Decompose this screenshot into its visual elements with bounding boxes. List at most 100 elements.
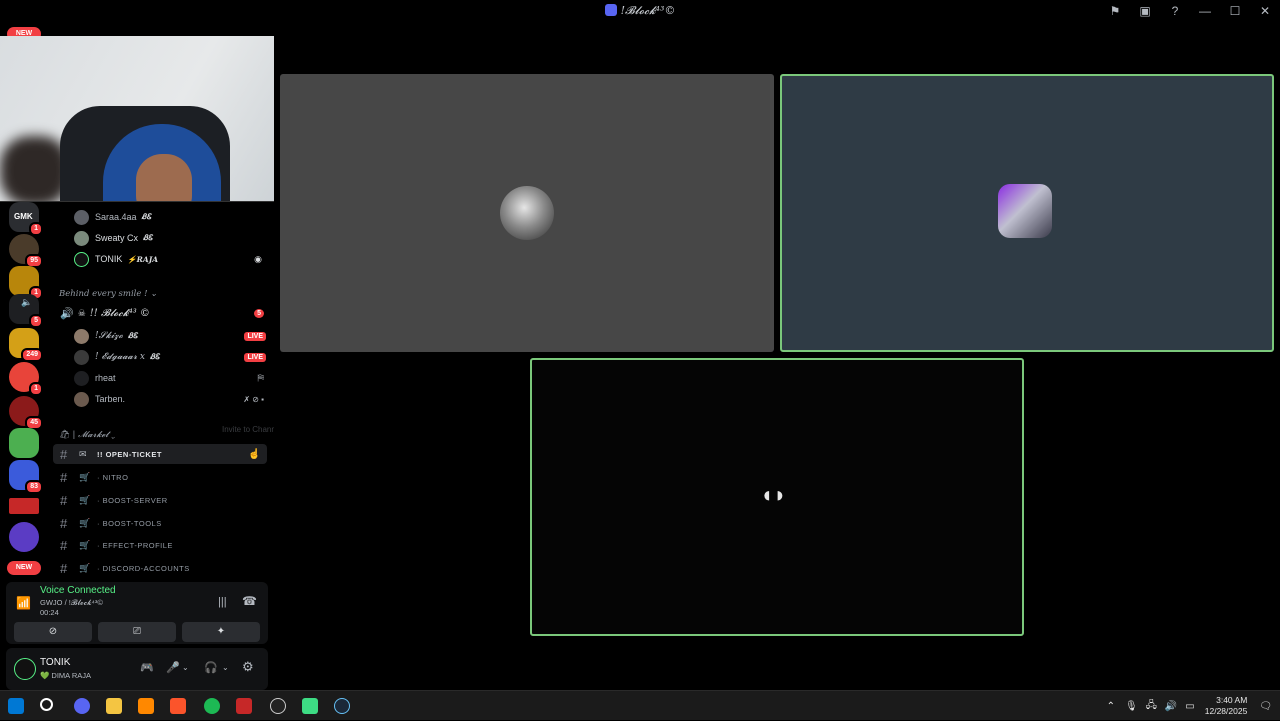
new-badge-bottom: NEW	[7, 561, 41, 575]
voice-user-name: Tarben.	[95, 394, 126, 404]
server-icon-95[interactable]: 95	[9, 234, 43, 268]
voice-timer: 00:24	[40, 608, 59, 617]
noise-suppression-icon[interactable]: |||	[218, 596, 227, 608]
chevron-up-icon[interactable]: ⌃	[1107, 701, 1115, 712]
avatar	[74, 328, 89, 344]
server-badge: 83	[25, 480, 43, 494]
participant-tile-self[interactable]: ◖◗	[530, 358, 1024, 636]
voice-user[interactable]: Tarben. ✗ ⊘ ▪	[74, 389, 270, 409]
hash-icon: #	[60, 446, 68, 462]
file-explorer-icon[interactable]	[106, 698, 122, 714]
voice-user[interactable]: Saraa.4aa ᏰᏋ	[74, 207, 270, 227]
live-badge: LIVE	[244, 331, 266, 341]
voice-location[interactable]: GWJO / !𝓑𝓵𝓸𝓬𝓴⁴³©	[40, 598, 103, 608]
cart-icon: 🛒	[79, 494, 91, 505]
voice-user-name: !𝓢𝓴𝓲𝔃𝓸	[95, 331, 123, 341]
voice-mod-icon[interactable]	[236, 698, 252, 714]
participant-tile[interactable]	[280, 74, 774, 352]
notifications-icon[interactable]: 🗨	[1259, 701, 1272, 712]
search-icon[interactable]	[40, 698, 53, 711]
channel-discord-accounts[interactable]: # 🛒 · DISCORD-ACCOUNTS	[53, 558, 267, 578]
voice-user[interactable]: Sweaty Cx ᏰᏋ	[74, 228, 270, 248]
voice-connected-panel: 📶 Voice Connected GWJO / !𝓑𝓵𝓸𝓬𝓴⁴³© 00:24…	[6, 582, 268, 644]
controller-icon[interactable]: 🎮	[140, 661, 154, 674]
vlc-icon[interactable]	[138, 698, 154, 714]
channel-boost-tools[interactable]: # 🛒 · BOOST-TOOLS	[53, 513, 267, 533]
chevron-down-icon[interactable]: ⌄	[182, 663, 189, 672]
cart-icon: 🛒	[79, 562, 91, 573]
voice-user-name: rheat	[95, 373, 116, 383]
camera-toggle-button[interactable]: ⊘	[14, 622, 92, 642]
flag-icon[interactable]: ⚑	[1100, 4, 1130, 18]
speaker-icon: 🔊	[60, 307, 74, 320]
spotify-icon[interactable]	[204, 698, 220, 714]
avatar[interactable]	[14, 658, 36, 680]
android-studio-icon[interactable]	[302, 698, 318, 714]
channel-name: · DISCORD-ACCOUNTS	[97, 563, 190, 573]
participant-tile-speaking[interactable]	[780, 74, 1274, 352]
category-market[interactable]: 🛍 | 𝓜𝓪𝓻𝓴𝓮𝓽 ⌄	[59, 430, 115, 440]
server-icon-45[interactable]: 45	[9, 396, 43, 430]
activities-button[interactable]: ✦	[182, 622, 260, 642]
brave-icon[interactable]	[170, 698, 186, 714]
voice-channel[interactable]: 🔊 ☠ !! 𝓑𝓵𝓸𝓬𝓴⁴³ © 5	[60, 303, 270, 323]
close-icon[interactable]: ✕	[1250, 4, 1280, 18]
minimize-icon[interactable]: —	[1190, 4, 1220, 18]
server-icon	[604, 4, 617, 16]
voice-user[interactable]: !𝓢𝓴𝓲𝔃𝓸 ᏰᏋ LIVE	[74, 326, 270, 346]
microphone-icon[interactable]: 🎙	[1125, 701, 1138, 712]
screen-share-button[interactable]: ⎚	[98, 622, 176, 642]
server-icon-golden-coast[interactable]: 1	[9, 266, 43, 300]
server-icon-red-banner[interactable]	[9, 498, 39, 514]
chevron-down-icon[interactable]: ⌄	[222, 663, 229, 672]
server-icon-chips[interactable]	[9, 522, 39, 552]
maximize-icon[interactable]: ☐	[1220, 4, 1250, 18]
windows-icon[interactable]	[8, 698, 24, 714]
hash-icon: #	[60, 537, 68, 553]
battery-icon[interactable]: ▭	[1185, 701, 1194, 712]
channel-open-ticket[interactable]: # ✉ !! OPEN-TICKET ☝	[53, 444, 267, 464]
voice-user[interactable]: rheat ⛿	[74, 368, 270, 388]
username: TONIK	[40, 657, 71, 668]
microphone-icon[interactable]: 🎤	[166, 661, 180, 674]
channel-nitro[interactable]: # 🛒 · NITRO	[53, 467, 267, 487]
voice-user[interactable]: ! 𝓔𝓭𝓰𝓪𝓪𝓪𝓻 x ᏰᏋ LIVE	[74, 347, 270, 367]
steam-icon[interactable]	[334, 698, 350, 714]
server-badge: 1	[29, 382, 43, 396]
server-icon-gmk[interactable]: GMK 1	[9, 202, 43, 236]
user-panel: TONIK 💚 DIMA RAJA 🎮 🎤 ⌄ 🎧 ⌄ ⚙	[6, 648, 268, 690]
volume-icon[interactable]: 🔊	[1165, 701, 1177, 712]
alien-avatar-icon: ◖◗	[760, 482, 787, 507]
invite-to-channel-icon[interactable]: ☝	[248, 449, 261, 460]
voice-user-tag: ᏰᏋ	[141, 212, 152, 221]
server-icon-83[interactable]: 83	[9, 460, 43, 494]
activity-icon: ⛿	[257, 372, 264, 383]
window-title: !𝓑𝓵𝓸𝓬𝓴⁴³©	[0, 4, 1280, 18]
obs-icon[interactable]	[270, 698, 286, 714]
help-icon[interactable]: ?	[1160, 4, 1190, 18]
server-badge: 249	[21, 348, 43, 362]
disconnect-icon[interactable]: ☎	[242, 594, 257, 608]
channel-effect-profile[interactable]: # 🛒 · EFFECT-PROFILE	[53, 535, 267, 555]
voice-status[interactable]: Voice Connected	[40, 585, 116, 596]
channel-boost-server[interactable]: # 🛒 · BOOST-SERVER	[53, 490, 267, 510]
network-icon[interactable]: 🖧	[1146, 698, 1157, 715]
voice-user-name: ! 𝓔𝓭𝓰𝓪𝓪𝓪𝓻 x	[95, 352, 145, 362]
category-label: Behind every smile !	[59, 289, 148, 299]
server-icon-flame[interactable]: 1	[9, 362, 43, 396]
window-title-text: !𝓑𝓵𝓸𝓬𝓴⁴³©	[620, 4, 676, 17]
voice-user[interactable]: TONIK ⚡RAJA ◉	[74, 249, 270, 269]
server-icon-voice[interactable]: 🔈 5	[9, 294, 43, 328]
category-behind-every-smile[interactable]: Behind every smile ! ⌄	[59, 289, 157, 299]
discord-icon[interactable]	[74, 698, 90, 714]
server-icon-249[interactable]: 249	[9, 328, 43, 362]
voice-user-tag: ᏰᏋ	[149, 352, 160, 361]
clock[interactable]: 3:40 AM 12/28/2025	[1205, 695, 1248, 717]
server-icon-green[interactable]	[9, 428, 39, 458]
headphones-icon[interactable]: 🎧	[204, 661, 218, 674]
gear-icon[interactable]: ⚙	[242, 659, 254, 675]
cart-icon: 🛒	[79, 517, 91, 528]
server-badge: 5	[29, 314, 43, 328]
channel-name: · NITRO	[97, 472, 129, 482]
inbox-icon[interactable]: ▣	[1130, 4, 1160, 18]
